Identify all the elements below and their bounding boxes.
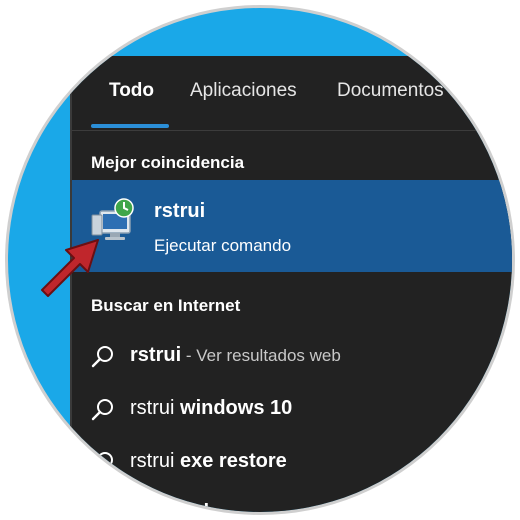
active-tab-indicator: [91, 124, 169, 128]
tab-documentos[interactable]: Documentos: [337, 80, 444, 102]
web-result-1[interactable]: rstrui - Ver resultados web: [72, 332, 512, 380]
search-icon: [91, 452, 113, 474]
partial-result-text[interactable]: cmd: [168, 501, 209, 512]
best-match-item[interactable]: rstrui Ejecutar comando: [72, 180, 512, 272]
web-result-text: rstrui windows 10: [130, 397, 292, 420]
search-panel: Todo Aplicaciones Documentos Mejor coinc…: [70, 56, 512, 512]
web-result-2[interactable]: rstrui windows 10: [72, 385, 512, 433]
web-result-3[interactable]: rstrui exe restore: [72, 438, 512, 486]
app-name: rstrui: [154, 200, 206, 222]
circular-frame: Todo Aplicaciones Documentos Mejor coinc…: [8, 8, 512, 512]
web-result-text: rstrui exe restore: [130, 450, 287, 473]
query-text: rstrui: [130, 450, 175, 472]
suggestion-text: exe restore: [174, 450, 287, 472]
search-tabs: Todo Aplicaciones Documentos: [72, 56, 512, 131]
pointer-arrow-icon: [41, 239, 99, 297]
query-text: rstrui: [130, 344, 182, 366]
search-icon: [91, 346, 113, 368]
query-text: rstrui: [130, 397, 175, 419]
web-result-text: rstrui - Ver resultados web: [130, 344, 341, 367]
app-type: Ejecutar comando: [154, 236, 292, 255]
search-icon: [91, 399, 113, 421]
tab-todo[interactable]: Todo: [109, 80, 154, 102]
tab-aplicaciones[interactable]: Aplicaciones: [190, 80, 297, 102]
web-search-heading: Buscar en Internet: [91, 296, 241, 315]
result-hint: - Ver resultados web: [181, 346, 341, 365]
best-match-heading: Mejor coincidencia: [91, 153, 245, 172]
suggestion-text: windows 10: [174, 397, 293, 419]
